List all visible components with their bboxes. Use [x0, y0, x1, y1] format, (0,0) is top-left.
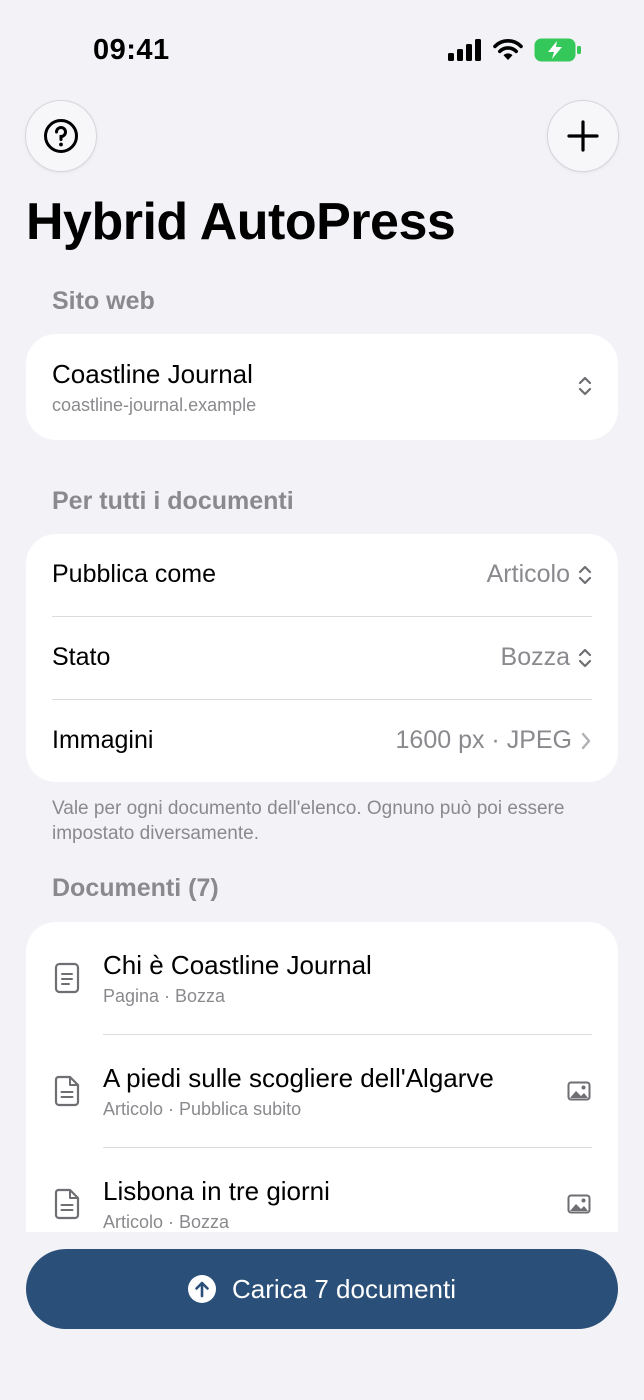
help-button[interactable]: [25, 100, 97, 172]
add-button[interactable]: [547, 100, 619, 172]
battery-charging-icon: [534, 38, 581, 62]
defaults-note: Vale per ogni documento dell'elenco. Ogn…: [52, 798, 565, 844]
chevron-right-icon: [581, 732, 591, 749]
document-icon: [54, 1188, 80, 1220]
list-item[interactable]: Chi è Coastline Journal Pagina · Bozza: [26, 922, 618, 1035]
list-item[interactable]: A piedi sulle scogliere dell'Algarve Art…: [26, 1035, 618, 1148]
setting-value: Articolo: [487, 560, 592, 589]
site-selector[interactable]: Coastline Journal coastline-journal.exam…: [26, 334, 618, 440]
defaults-settings-card: Pubblica come Articolo Stato Bozza Immag…: [26, 534, 618, 782]
setting-label: Immagini: [52, 726, 154, 754]
chevron-up-down-icon: [578, 565, 592, 584]
document-meta: Articolo · Pubblica subito: [103, 1099, 302, 1119]
chevron-up-down-icon: [578, 648, 592, 667]
setting-value: Bozza: [501, 643, 592, 672]
documents-section-header: Documenti (7): [52, 874, 219, 902]
document-meta: Articolo · Bozza: [103, 1212, 230, 1232]
status-icons: [448, 38, 582, 62]
image-icon: [567, 1081, 591, 1101]
defaults-section-header: Per tutti i documenti: [52, 487, 294, 515]
site-url: coastline-journal.example: [52, 395, 257, 415]
status-bar: 09:41: [0, 0, 644, 100]
setting-label: Stato: [52, 643, 111, 671]
app-title: Hybrid AutoPress: [26, 193, 456, 251]
site-name: Coastline Journal: [52, 359, 253, 389]
document-meta: Pagina · Bozza: [103, 986, 226, 1006]
document-title: A piedi sulle scogliere dell'Algarve: [103, 1063, 494, 1093]
page-icon: [54, 962, 80, 994]
document-icon: [54, 1075, 80, 1107]
upload-button[interactable]: Carica 7 documenti: [26, 1249, 618, 1329]
status-value: Bozza: [500, 643, 570, 671]
images-value: 1600 px · JPEG: [395, 726, 572, 754]
document-title: Chi è Coastline Journal: [103, 950, 372, 980]
chevron-up-down-icon: [578, 376, 592, 396]
setting-value: 1600 px · JPEG: [396, 726, 592, 755]
cellular-signal-icon: [448, 39, 481, 61]
site-section-header: Sito web: [52, 287, 155, 315]
question-circle-icon: [44, 119, 78, 153]
image-icon: [567, 1194, 591, 1214]
upload-arrow-icon: [188, 1275, 216, 1303]
wifi-icon: [493, 39, 523, 60]
upload-button-label: Carica 7 documenti: [232, 1273, 456, 1304]
status-time: 09:41: [93, 34, 170, 66]
plus-icon: [567, 120, 599, 152]
status-row[interactable]: Stato Bozza: [26, 617, 618, 700]
setting-label: Pubblica come: [52, 560, 216, 588]
publish-as-row[interactable]: Pubblica come Articolo: [26, 534, 618, 617]
publish-as-value: Articolo: [486, 560, 570, 588]
images-row[interactable]: Immagini 1600 px · JPEG: [26, 700, 618, 782]
document-title: Lisbona in tre giorni: [103, 1176, 330, 1206]
